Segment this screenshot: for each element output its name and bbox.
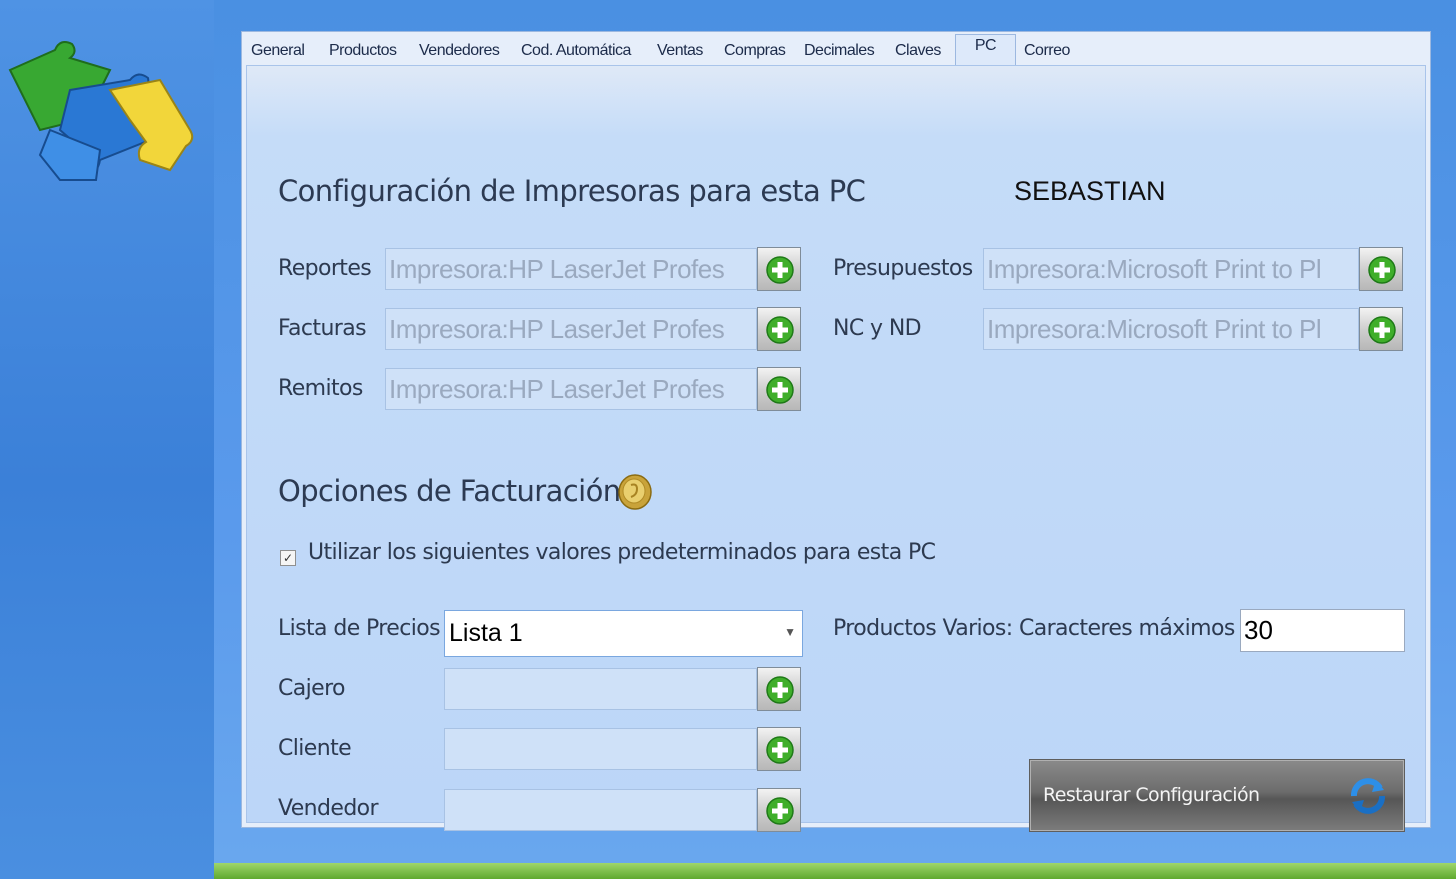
add-icon	[1368, 256, 1396, 284]
coin-icon	[618, 474, 652, 510]
ncnd-printer-field[interactable]: Impresora:Microsoft Print to Pl	[983, 308, 1359, 350]
chevron-down-icon[interactable]: ▼	[784, 625, 796, 639]
reportes-label: Reportes	[278, 256, 372, 281]
tab-cod-automatica[interactable]: Cod. Automática	[521, 40, 631, 64]
vendedor-field[interactable]	[444, 789, 757, 831]
default-values-label: Utilizar los siguientes valores predeter…	[308, 540, 936, 565]
add-icon	[766, 676, 794, 704]
restore-config-label: Restaurar Configuración	[1043, 784, 1260, 806]
tab-compras[interactable]: Compras	[724, 40, 786, 64]
puzzle-logo-icon	[8, 41, 194, 181]
presupuestos-add-button[interactable]	[1359, 247, 1403, 291]
tab-ventas[interactable]: Ventas	[657, 40, 703, 64]
tab-correo[interactable]: Correo	[1024, 40, 1070, 64]
lista-precios-label: Lista de Precios	[278, 616, 441, 641]
reportes-add-button[interactable]	[757, 247, 801, 291]
tab-claves[interactable]: Claves	[895, 40, 941, 64]
cajero-label: Cajero	[278, 676, 346, 701]
add-icon	[766, 797, 794, 825]
cliente-add-button[interactable]	[757, 727, 801, 771]
remitos-add-button[interactable]	[757, 367, 801, 411]
add-icon	[1368, 316, 1396, 344]
facturas-label: Facturas	[278, 316, 367, 341]
facturas-add-button[interactable]	[757, 307, 801, 351]
remitos-printer-field[interactable]: Impresora:HP LaserJet Profes	[385, 368, 757, 410]
cliente-field[interactable]	[444, 728, 757, 770]
max-chars-label: Productos Varios: Caracteres máximos	[833, 616, 1235, 641]
pc-name-label: SEBASTIAN	[1014, 176, 1166, 206]
presupuestos-printer-field[interactable]: Impresora:Microsoft Print to Pl	[983, 248, 1359, 290]
grass-decoration	[214, 863, 1456, 879]
tab-decimales[interactable]: Decimales	[804, 40, 875, 64]
default-values-checkbox[interactable]: ✓	[280, 550, 296, 566]
add-icon	[766, 736, 794, 764]
pc-settings-panel: Configuración de Impresoras para esta PC…	[246, 65, 1426, 832]
settings-tab-control: General Productos Vendedores Cod. Automá…	[241, 31, 1431, 832]
ncnd-label: NC y ND	[833, 316, 922, 341]
remitos-label: Remitos	[278, 376, 363, 401]
add-icon	[766, 256, 794, 284]
ncnd-add-button[interactable]	[1359, 307, 1403, 351]
refresh-icon	[1351, 778, 1385, 814]
printers-heading: Configuración de Impresoras para esta PC	[278, 174, 866, 208]
facturas-printer-field[interactable]: Impresora:HP LaserJet Profes	[385, 308, 757, 350]
tab-productos[interactable]: Productos	[329, 40, 397, 64]
add-icon	[766, 376, 794, 404]
lista-precios-select[interactable]: Lista 1 ▼	[444, 610, 803, 657]
tab-vendedores[interactable]: Vendedores	[419, 40, 500, 64]
tab-general[interactable]: General	[251, 40, 305, 64]
add-icon	[766, 316, 794, 344]
cajero-add-button[interactable]	[757, 667, 801, 711]
billing-heading: Opciones de Facturación	[278, 474, 621, 508]
tab-strip: General Productos Vendedores Cod. Automá…	[242, 32, 1430, 65]
tab-pc[interactable]: PC	[955, 34, 1016, 65]
max-chars-input[interactable]: 30	[1240, 609, 1405, 652]
cajero-field[interactable]	[444, 668, 757, 710]
vendedor-label: Vendedor	[278, 796, 379, 821]
presupuestos-label: Presupuestos	[833, 256, 973, 281]
lista-precios-value: Lista 1	[449, 619, 523, 647]
vendedor-add-button[interactable]	[757, 788, 801, 832]
cliente-label: Cliente	[278, 736, 352, 761]
restore-config-button[interactable]: Restaurar Configuración	[1029, 759, 1405, 832]
reportes-printer-field[interactable]: Impresora:HP LaserJet Profes	[385, 248, 757, 290]
